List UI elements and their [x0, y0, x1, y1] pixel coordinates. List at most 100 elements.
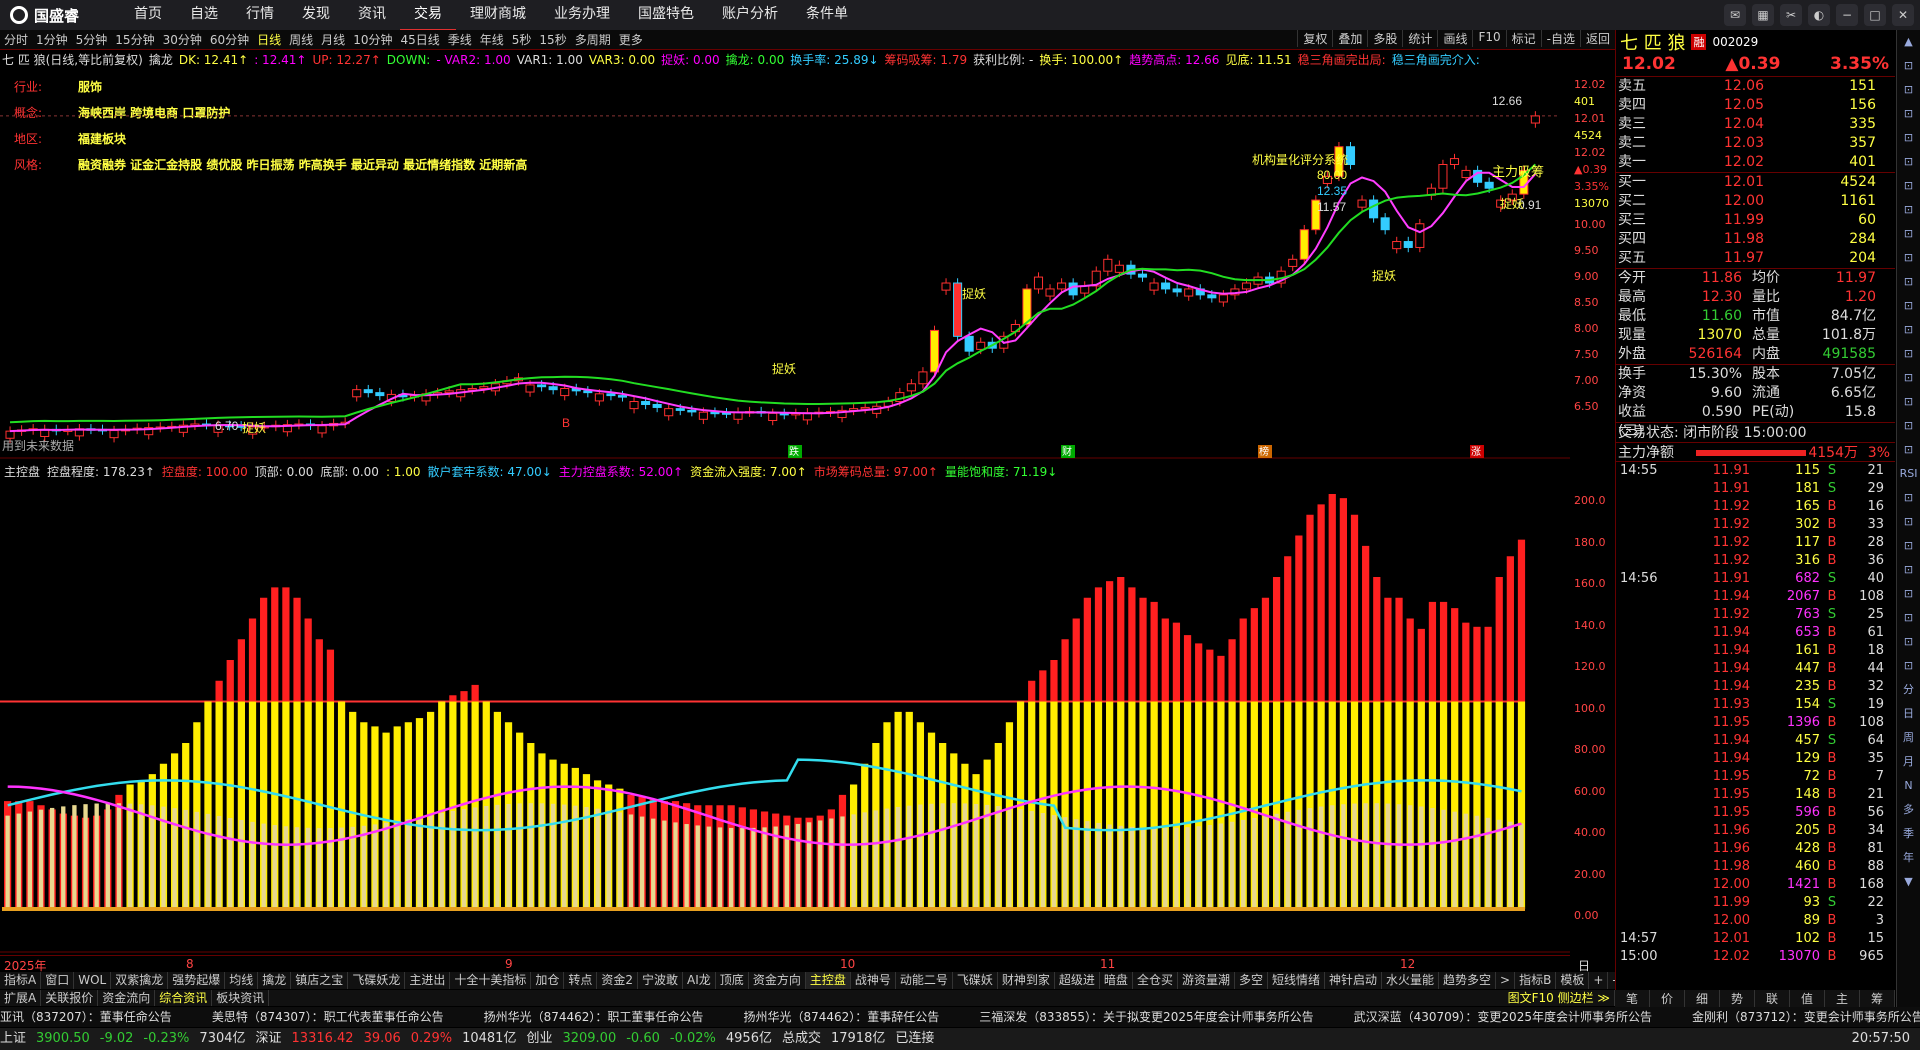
indicator-tab[interactable]: 动能二号 — [896, 972, 953, 989]
indicator-tab[interactable]: 宁波敢 — [638, 972, 684, 989]
tools-icon[interactable]: ✂ — [1780, 4, 1802, 26]
menu-item[interactable]: 账户分析 — [708, 0, 792, 31]
menu-item[interactable]: 业务办理 — [540, 0, 624, 31]
menu-item[interactable]: 自选 — [176, 0, 232, 31]
indicator-tab[interactable]: 神针启动 — [1325, 972, 1383, 989]
indicator-tab[interactable]: 战神号 — [851, 972, 896, 989]
side-tool-icon[interactable]: ⊡ — [1897, 54, 1920, 78]
side-tool-icon[interactable]: ⊡ — [1897, 390, 1920, 414]
chart-tool-button[interactable]: 复权 — [1297, 30, 1332, 47]
indicator-tab[interactable]: 飞碟妖龙 — [348, 972, 406, 989]
period-item[interactable]: 分时 — [0, 31, 32, 48]
side-tool-icon[interactable]: 月 — [1897, 750, 1920, 774]
indicator-tab[interactable]: 擒龙 — [258, 972, 292, 989]
control-chart[interactable] — [0, 482, 1570, 954]
indicator-tab[interactable]: - — [1608, 972, 1615, 989]
menu-item[interactable]: 交易 — [400, 0, 456, 31]
side-tool-icon[interactable]: ⊡ — [1897, 198, 1920, 222]
indicator-tab[interactable]: 财神到家 — [998, 972, 1055, 989]
side-tool-icon[interactable]: 多 — [1897, 798, 1920, 822]
side-tool-icon[interactable]: ⊡ — [1897, 78, 1920, 102]
quote-tab[interactable]: 笔 — [1615, 990, 1650, 1007]
side-tool-icon[interactable]: N — [1897, 774, 1920, 798]
indicator-tab[interactable]: 多空 — [1235, 972, 1268, 989]
indicator-tab[interactable]: 转点 — [564, 972, 598, 989]
indicator-tab[interactable]: 资金方向 — [749, 972, 806, 989]
menu-item[interactable]: 国盛特色 — [624, 0, 708, 31]
side-tool-icon[interactable]: 季 — [1897, 822, 1920, 846]
news-item[interactable]: 武汉深蓝（430709）：变更2025年度会计师事务所公告 — [1354, 1010, 1652, 1024]
quote-tab[interactable]: 联 — [1755, 990, 1790, 1007]
side-tool-icon[interactable]: ⊡ — [1897, 582, 1920, 606]
indicator-tab[interactable]: 短线情绪 — [1268, 972, 1325, 989]
message-icon[interactable]: ✉ — [1724, 4, 1746, 26]
news-item[interactable]: 扬州华光（874462）：职工董事任命公告 — [484, 1010, 704, 1024]
side-tool-icon[interactable]: ⊡ — [1897, 222, 1920, 246]
quote-tab[interactable]: 细 — [1685, 990, 1720, 1007]
chart-tool-button[interactable]: -自选 — [1540, 30, 1580, 47]
indicator-tab[interactable]: 顶底 — [716, 972, 749, 989]
indicator-tab[interactable]: 主进出 — [405, 972, 451, 989]
indicator-tab[interactable]: 超级进 — [1055, 972, 1100, 989]
side-tool-icon[interactable]: ⊡ — [1897, 630, 1920, 654]
period-item[interactable]: 5秒 — [508, 31, 536, 48]
news-item[interactable]: 扬州华光（874462）：董事辞任公告 — [743, 1010, 939, 1024]
period-item[interactable]: 更多 — [615, 31, 647, 48]
indicator-tab[interactable]: 指标A — [0, 972, 42, 989]
indicator-tab[interactable]: + — [1589, 972, 1609, 989]
side-tool-icon[interactable]: ⊡ — [1897, 126, 1920, 150]
info-tab[interactable]: 扩展A — [0, 990, 42, 1006]
quote-tab[interactable]: 值 — [1790, 990, 1825, 1007]
tabs2-right[interactable]: 图文F10 侧边栏 ≫ — [1504, 990, 1615, 1006]
chart-tool-button[interactable]: 返回 — [1579, 30, 1615, 47]
tick-list[interactable]: 14:55 11.91 115 S 21 11.91 181 S 29 11.92 165 B 16 11… — [1616, 462, 1895, 966]
chart-tool-button[interactable]: F10 — [1472, 30, 1505, 47]
side-tool-icon[interactable]: RSI — [1897, 462, 1920, 486]
side-tool-icon[interactable]: ⊡ — [1897, 174, 1920, 198]
period-item[interactable]: 周线 — [285, 31, 317, 48]
menu-item[interactable]: 发现 — [288, 0, 344, 31]
menu-item[interactable]: 行情 — [232, 0, 288, 31]
news-item[interactable]: 三福深发（833855）：关于拟变更2025年度会计师事务所公告 — [979, 1010, 1313, 1024]
chart-tool-button[interactable]: 叠加 — [1332, 30, 1367, 47]
period-item[interactable]: 45日线 — [396, 31, 443, 48]
chart-tool-button[interactable]: 多股 — [1367, 30, 1402, 47]
menu-item[interactable]: 首页 — [120, 0, 176, 31]
indicator-tab[interactable]: 十全十美指标 — [450, 972, 532, 989]
candlestick-chart[interactable]: 12.66 6.70 用到未来数据 机构量化评分系统80.00 12.35 11.57 主力… — [0, 70, 1570, 460]
indicator-tab[interactable]: 趋势多空 — [1439, 972, 1497, 989]
indicator-tab[interactable]: 主控盘 — [805, 972, 851, 989]
side-tool-icon[interactable]: ⊡ — [1897, 294, 1920, 318]
quote-tab[interactable]: 势 — [1720, 990, 1755, 1007]
indicator-tab[interactable]: 游资量潮 — [1178, 972, 1235, 989]
menu-item[interactable]: 条件单 — [792, 0, 862, 31]
indicator-tab[interactable]: 窗口 — [41, 972, 75, 989]
info-tab[interactable]: 资金流向 — [98, 990, 156, 1006]
period-item[interactable]: 15分钟 — [111, 31, 158, 48]
side-tool-icon[interactable]: ⊡ — [1897, 534, 1920, 558]
indicator-tab[interactable]: 资金2 — [597, 972, 639, 989]
news-item[interactable]: 亚讯（837207）：董事任命公告 — [0, 1010, 172, 1024]
side-tool-icon[interactable]: 周 — [1897, 726, 1920, 750]
info-tab[interactable]: 综合资讯 — [155, 990, 213, 1006]
period-item[interactable]: 月线 — [317, 31, 349, 48]
side-tool-icon[interactable]: ⊡ — [1897, 102, 1920, 126]
period-item[interactable]: 5分钟 — [72, 31, 112, 48]
indicator-tab[interactable]: 均线 — [225, 972, 259, 989]
side-tool-icon[interactable]: ⊡ — [1897, 558, 1920, 582]
indicator-tab[interactable]: 强势起爆 — [168, 972, 226, 989]
side-tool-icon[interactable]: ⊡ — [1897, 438, 1920, 462]
period-item[interactable]: 年线 — [476, 31, 508, 48]
period-item[interactable]: 日线 — [253, 31, 285, 48]
menu-item[interactable]: 资讯 — [344, 0, 400, 31]
side-tool-icon[interactable]: ⊡ — [1897, 510, 1920, 534]
quote-tab[interactable]: 筹 — [1860, 990, 1895, 1007]
side-tool-icon[interactable]: ⊡ — [1897, 606, 1920, 630]
indicator-tab[interactable]: AI龙 — [683, 972, 716, 989]
quote-tab[interactable]: 价 — [1650, 990, 1685, 1007]
news-item[interactable]: 金刚利（873712）：变更会计师事务所公告 — [1692, 1010, 1920, 1024]
indicator-tab[interactable]: 飞碟妖 — [953, 972, 998, 989]
period-item[interactable]: 1分钟 — [32, 31, 72, 48]
side-tool-icon[interactable]: ⊡ — [1897, 414, 1920, 438]
quote-tab[interactable]: 主 — [1825, 990, 1860, 1007]
